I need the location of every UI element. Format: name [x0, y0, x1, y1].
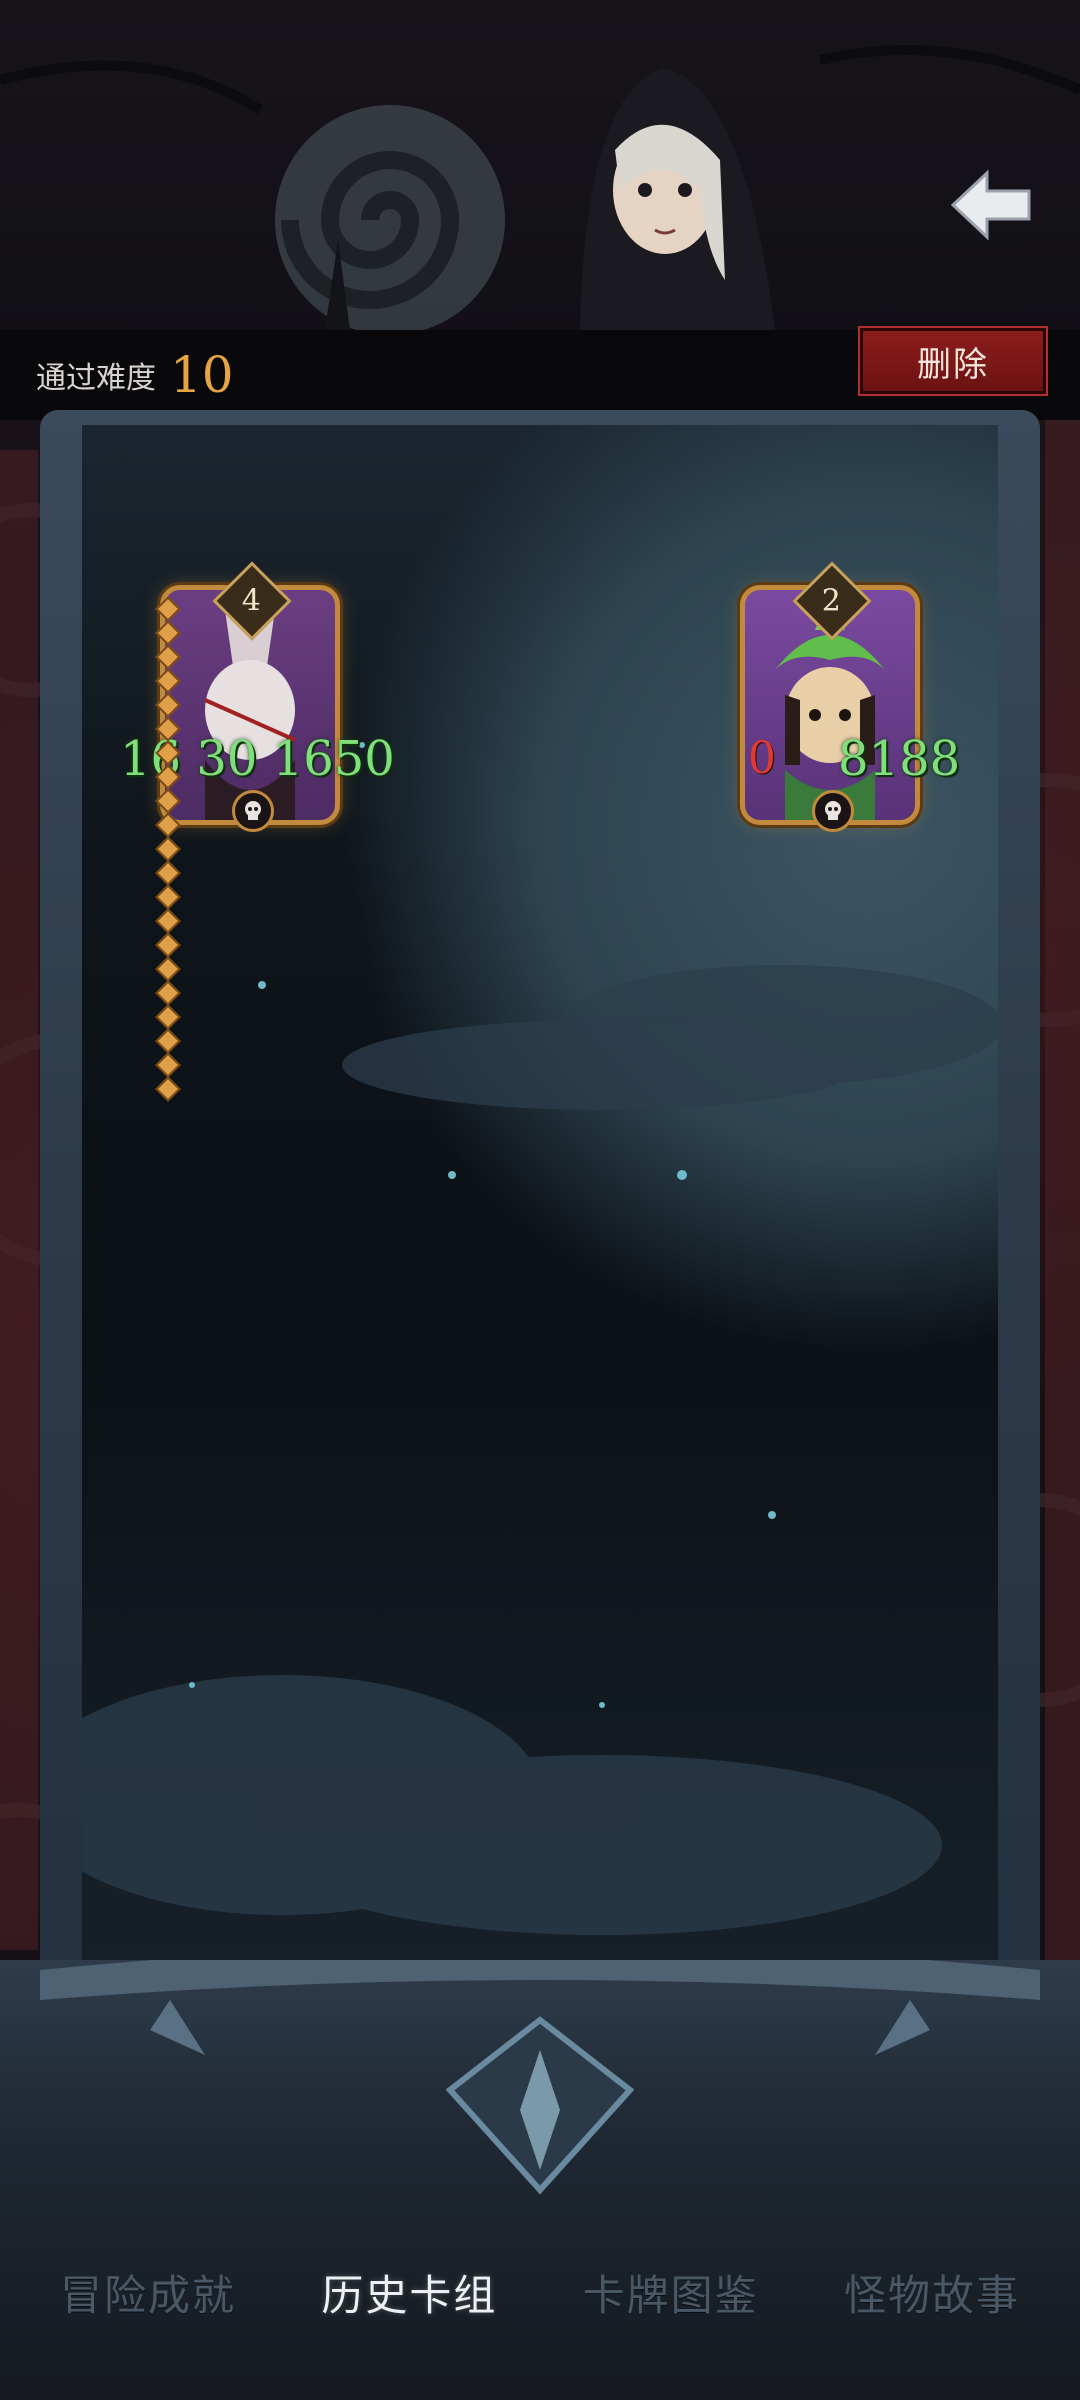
- card-level: 4: [242, 583, 262, 619]
- diamond-chain: [155, 596, 181, 1104]
- frame-ornament: [40, 1945, 1040, 2195]
- tab-monster-stories[interactable]: 怪物故事: [844, 2262, 1020, 2323]
- bottom-tab-bar: 冒险成就 历史卡组 卡牌图鉴 怪物故事: [60, 2262, 1020, 2322]
- header-art: [0, 45, 1080, 330]
- back-button[interactable]: [940, 155, 1040, 255]
- game-screen: 通过难度 10 删除 4 16 30 1650 2 0 8188 冒险成就 历史…: [0, 0, 1080, 2400]
- difficulty-display: 通过难度 10: [36, 345, 234, 405]
- difficulty-value: 10: [170, 346, 234, 404]
- tab-history-deck[interactable]: 历史卡组: [321, 2262, 497, 2323]
- skull-icon: [812, 790, 854, 832]
- header: 通过难度 10 删除: [0, 0, 1080, 420]
- board-bottom-frame: [0, 1945, 1080, 2400]
- deck-board: 4 16 30 1650 2 0 8188: [82, 425, 998, 1970]
- deck-card[interactable]: 2 0 8188: [740, 561, 960, 832]
- deck-card[interactable]: 4 16 30 1650: [120, 561, 395, 832]
- card-red-stat: 0: [748, 733, 776, 784]
- delete-button[interactable]: 删除: [858, 326, 1048, 396]
- skull-icon: [232, 790, 274, 832]
- tab-card-compendium[interactable]: 卡牌图鉴: [583, 2262, 759, 2323]
- card-level: 2: [822, 583, 842, 619]
- tab-adventure-achievements[interactable]: 冒险成就: [60, 2262, 236, 2323]
- back-arrow-icon: [950, 169, 1031, 241]
- difficulty-label: 通过难度: [36, 361, 156, 396]
- card-stats: 8188: [838, 731, 961, 787]
